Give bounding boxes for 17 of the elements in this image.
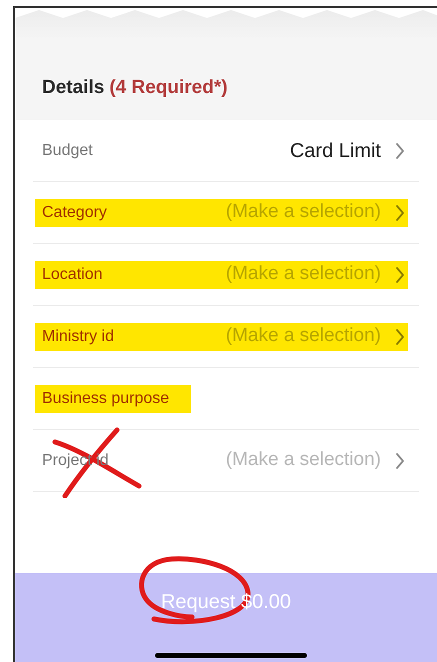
field-label: Business purpose: [42, 388, 170, 408]
field-label: Ministry id: [42, 326, 114, 346]
detail-row[interactable]: Business purpose: [33, 368, 419, 430]
placeholder-value: (Make a selection): [226, 200, 381, 224]
field-label: Category: [42, 202, 107, 222]
field-label: Location: [42, 264, 102, 284]
placeholder-value: (Make a selection): [226, 448, 381, 472]
detail-row[interactable]: Location (Make a selection): [33, 244, 419, 306]
detail-row[interactable]: Category (Make a selection): [33, 182, 419, 244]
field-label: Budget: [42, 140, 93, 160]
detail-row[interactable]: Ministry id (Make a selection): [33, 306, 419, 368]
field-value: Card Limit: [290, 138, 381, 164]
placeholder-value: (Make a selection): [226, 324, 381, 348]
section-title: Details: [42, 76, 104, 100]
placeholder-value: (Make a selection): [226, 262, 381, 286]
required-note: (4 Required*): [109, 76, 228, 100]
detail-row[interactable]: Budget Card Limit: [33, 120, 419, 182]
